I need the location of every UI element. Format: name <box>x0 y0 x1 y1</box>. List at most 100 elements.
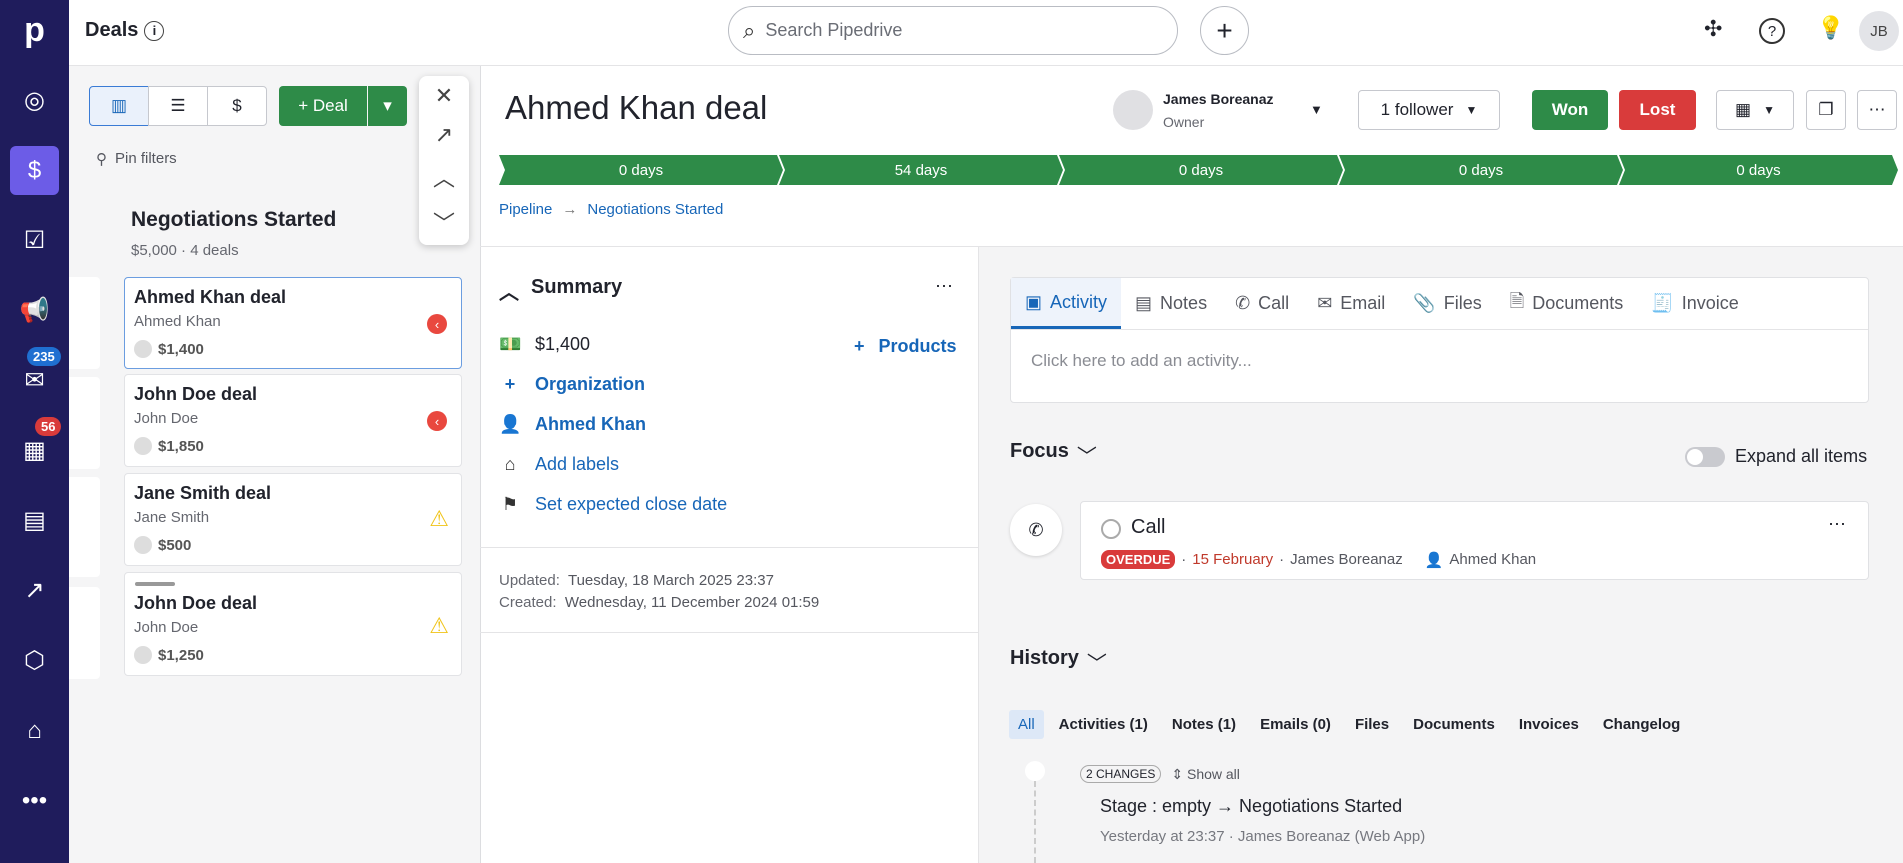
breadcrumb-pipeline[interactable]: Pipeline <box>499 201 552 218</box>
search-input[interactable]: ⌕ Search Pipedrive <box>728 6 1178 55</box>
caret-down-icon: ▼ <box>1465 103 1478 117</box>
tab-documents[interactable]: 🗎 Documents <box>1496 278 1638 329</box>
owner-name[interactable]: James Boreanaz <box>1163 91 1274 107</box>
list-view-button[interactable]: ☰ <box>148 86 208 126</box>
mail-icon[interactable]: ✉ <box>10 356 59 405</box>
filter-notes[interactable]: Notes (1) <box>1163 710 1245 739</box>
contacts-card-icon[interactable]: ▤ <box>10 496 59 545</box>
tasks-clipboard-icon[interactable]: ☑ <box>10 216 59 265</box>
close-icon[interactable]: ✕ <box>435 83 453 109</box>
more-icon[interactable]: ••• <box>10 776 59 825</box>
owner-dropdown-icon[interactable]: ▼ <box>1310 102 1323 117</box>
leads-target-icon[interactable]: ◎ <box>10 76 59 125</box>
complete-checkbox[interactable] <box>1101 519 1121 539</box>
info-icon[interactable]: i <box>144 20 165 41</box>
filter-changelog[interactable]: Changelog <box>1594 710 1690 739</box>
more-actions-button[interactable]: ⋯ <box>1857 90 1897 130</box>
warning-icon[interactable]: ⚠ <box>429 613 449 639</box>
summary-more-icon[interactable]: ⋯ <box>935 276 953 297</box>
tab-notes[interactable]: ▤ Notes <box>1121 278 1221 329</box>
filter-emails[interactable]: Emails (0) <box>1251 710 1340 739</box>
stage-step[interactable]: 54 days <box>779 155 1063 185</box>
filter-files[interactable]: Files <box>1346 710 1398 739</box>
chevron-up-icon[interactable]: ︿ <box>433 161 455 193</box>
show-all-button[interactable]: ⇕ Show all <box>1171 766 1240 783</box>
timeline-line <box>1034 781 1036 863</box>
person-link[interactable]: Ahmed Khan <box>535 414 646 435</box>
deal-card-value: $1,250 <box>158 646 204 664</box>
products-label: Products <box>878 336 957 356</box>
summary-header[interactable]: ︿ Summary <box>499 276 622 305</box>
add-products-button[interactable]: + Products <box>854 336 957 357</box>
calendar-icon[interactable]: ▦ <box>10 426 59 475</box>
updated-label: Updated: <box>499 572 560 589</box>
stage-step[interactable]: 0 days <box>1339 155 1623 185</box>
close-date-link[interactable]: Set expected close date <box>535 494 727 515</box>
deal-card[interactable]: John Doe deal John Doe $1,250 ⚠ <box>124 572 462 676</box>
add-labels-link[interactable]: Add labels <box>535 454 619 475</box>
tab-activity[interactable]: ▣ Activity <box>1011 278 1122 329</box>
phone-icon: ✆ <box>1010 504 1062 556</box>
created-label: Created: <box>499 594 557 611</box>
filter-invoices[interactable]: Invoices <box>1510 710 1588 739</box>
activity-title[interactable]: Call <box>1131 516 1165 539</box>
chevron-down-icon[interactable]: ﹀ <box>433 206 455 238</box>
filter-all[interactable]: All <box>1009 710 1044 739</box>
filter-documents[interactable]: Documents <box>1404 710 1504 739</box>
note-icon: ▤ <box>1135 293 1153 313</box>
tab-label: Files <box>1443 293 1482 313</box>
duplicate-button[interactable]: ❐ <box>1806 90 1846 130</box>
activity-card[interactable]: Call ⋯ OVERDUE · 15 February · James Borea… <box>1080 501 1869 580</box>
overdue-activity-icon[interactable]: ‹ <box>427 411 447 431</box>
products-box-icon[interactable]: ⬡ <box>10 636 59 685</box>
stage-step[interactable]: 0 days <box>1619 155 1898 185</box>
history-header[interactable]: History ﹀ <box>1010 647 1107 676</box>
marketplace-store-icon[interactable]: ⌂ <box>10 706 59 755</box>
deal-card[interactable]: Ahmed Khan deal Ahmed Khan $1,400 ‹ <box>124 277 462 369</box>
followers-button[interactable]: 1 follower ▼ <box>1358 90 1500 130</box>
extensions-puzzle-icon[interactable]: ✣ <box>1704 16 1722 42</box>
stage-step[interactable]: 0 days <box>499 155 783 185</box>
column-summary: $5,000 · 4 deals <box>131 242 239 259</box>
deal-card[interactable]: John Doe deal John Doe $1,850 ‹ <box>124 374 462 467</box>
user-avatar[interactable]: JB <box>1859 11 1899 51</box>
activity-input[interactable]: Click here to add an activity... <box>1011 330 1868 392</box>
open-full-icon[interactable]: ↗ <box>435 122 453 148</box>
deal-title[interactable]: Ahmed Khan deal <box>505 89 767 127</box>
changes-badge: 2 CHANGES <box>1080 765 1162 783</box>
focus-header[interactable]: Focus ﹀ <box>1010 440 1097 469</box>
deal-value[interactable]: $1,400 <box>535 334 590 355</box>
help-icon[interactable]: ? <box>1759 18 1785 44</box>
won-button[interactable]: Won <box>1532 90 1608 130</box>
pin-filters-button[interactable]: ⚲ Pin filters <box>96 150 177 168</box>
forecast-view-button[interactable]: $ <box>207 86 267 126</box>
pipedrive-logo[interactable]: p <box>10 6 59 55</box>
activity-person[interactable]: Ahmed Khan <box>1449 551 1536 568</box>
deal-card-person: John Doe <box>134 619 199 636</box>
kanban-view-button[interactable]: ▥ <box>89 86 149 126</box>
activity-owner: James Boreanaz <box>1290 551 1403 568</box>
add-deal-button[interactable]: + Deal <box>279 86 367 126</box>
warning-icon[interactable]: ⚠ <box>429 506 449 532</box>
campaigns-megaphone-icon[interactable]: 📢 <box>10 286 59 335</box>
expand-all-toggle[interactable] <box>1685 447 1725 467</box>
activity-more-icon[interactable]: ⋯ <box>1828 514 1846 535</box>
add-organization-link[interactable]: Organization <box>535 374 645 395</box>
deal-card[interactable]: Jane Smith deal Jane Smith $500 ⚠ <box>124 473 462 566</box>
owner-avatar <box>1113 90 1153 130</box>
layout-menu-button[interactable]: ▦ ▼ <box>1716 90 1794 130</box>
overdue-activity-icon[interactable]: ‹ <box>427 314 447 334</box>
tab-files[interactable]: 📎 Files <box>1399 278 1495 329</box>
stage-step[interactable]: 0 days <box>1059 155 1343 185</box>
tab-email[interactable]: ✉ Email <box>1303 278 1399 329</box>
filter-activities[interactable]: Activities (1) <box>1050 710 1157 739</box>
tab-invoice[interactable]: 🧾 Invoice <box>1637 278 1752 329</box>
lightbulb-icon[interactable]: 💡 <box>1817 15 1844 41</box>
insights-chart-icon[interactable]: ↗ <box>10 566 59 615</box>
tab-call[interactable]: ✆ Call <box>1221 278 1303 329</box>
quick-add-button[interactable]: + <box>1200 6 1249 55</box>
add-deal-dropdown[interactable]: ▾ <box>368 86 407 126</box>
deals-dollar-icon[interactable]: $ <box>10 146 59 195</box>
breadcrumb-stage[interactable]: Negotiations Started <box>587 201 723 218</box>
lost-button[interactable]: Lost <box>1619 90 1696 130</box>
